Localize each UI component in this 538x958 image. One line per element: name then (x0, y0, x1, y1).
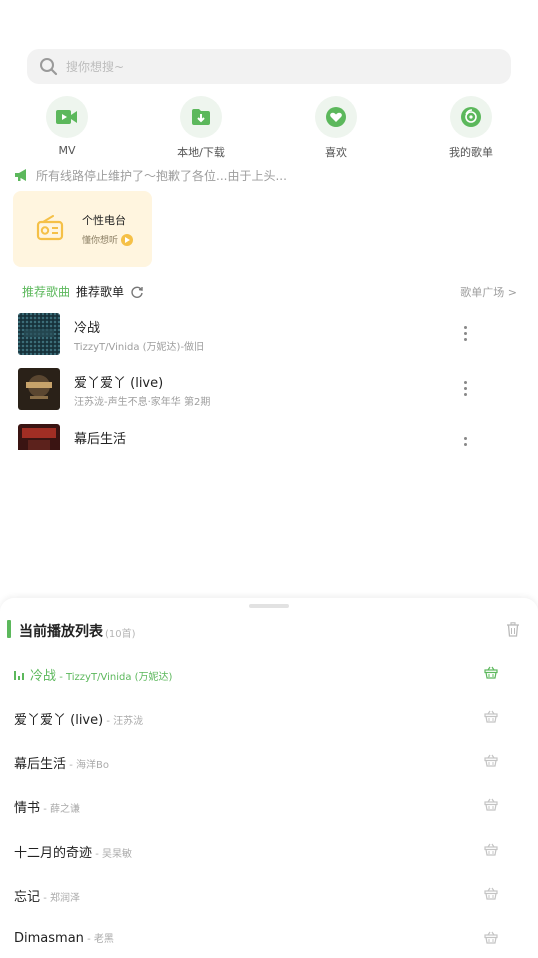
video-icon (56, 110, 77, 124)
announcement-text: 所有线路停止维护了～抱歉了各位...由于上头... (36, 168, 287, 183)
more-options-icon[interactable] (463, 326, 467, 342)
playlist-row[interactable]: Dimasman - 老黑 (0, 927, 538, 951)
playlist-song-artist: - TizzyT/Vinida (万妮达) (56, 672, 173, 683)
heart-icon (326, 107, 346, 127)
album-cover (18, 424, 60, 450)
disc-icon (461, 107, 481, 127)
playlist-song-title: 爱丫爱丫 (live) (14, 713, 104, 728)
nav-mv-label: MV (58, 144, 76, 157)
playlist-row-text: 情书 - 薛之谦 (14, 797, 80, 816)
search-icon (40, 58, 58, 76)
song-title: 冷战 (74, 321, 101, 336)
playlist-row[interactable]: 十二月的奇迹 - 吴杲敏 (0, 839, 538, 863)
playlist-song-title: Dimasman (14, 931, 84, 946)
music-home-screen: 搜你想搜~ MV 本地/下载 喜欢 我的歌单 所有线路停止维护了～抱歉了各位..… (0, 0, 538, 958)
song-item[interactable]: 爱丫爱丫 (live) 汪苏泷-声生不息·家年华 第2期 (0, 368, 538, 412)
more-options-icon[interactable] (463, 381, 467, 397)
song-subtitle: TizzyT/Vinida (万妮达)-做旧 (74, 342, 205, 353)
playlist-song-artist: - 海洋Bo (66, 760, 109, 771)
basket-icon[interactable] (484, 931, 498, 944)
trash-icon[interactable] (506, 622, 520, 637)
current-playlist-panel: 当前播放列表 (10首) 冷战 - TizzyT/Vinida (万妮达) 爱丫… (0, 598, 538, 958)
playlist-row[interactable]: 爱丫爱丫 (live) - 汪苏泷 (0, 706, 538, 730)
radio-icon (36, 215, 64, 241)
nav-my-playlists[interactable]: 我的歌单 (431, 96, 511, 160)
radio-subtitle: 懂你想听 (82, 233, 134, 246)
playlist-song-title: 幕后生活 (14, 757, 67, 772)
song-item[interactable]: 冷战 TizzyT/Vinida (万妮达)-做旧 (0, 313, 538, 357)
song-title: 幕后生活 (74, 432, 127, 447)
playlist-row[interactable]: 幕后生活 - 海洋Bo (0, 750, 538, 774)
nav-local-download[interactable]: 本地/下载 (161, 96, 241, 160)
playlist-square-link[interactable]: 歌单广场 > (460, 284, 517, 300)
announcement[interactable]: 所有线路停止维护了～抱歉了各位...由于上头... (14, 167, 287, 183)
song-title: 爱丫爱丫 (live) (74, 376, 164, 391)
tab-recommend-playlists[interactable]: 推荐歌单 (76, 283, 124, 300)
playlist-row[interactable]: 冷战 - TizzyT/Vinida (万妮达) (0, 662, 538, 686)
song-subtitle: 汪苏泷-声生不息·家年华 第2期 (74, 397, 211, 408)
playlist-row-text: 忘记 - 郑润泽 (14, 886, 80, 905)
playlist-row-text: Dimasman - 老黑 (14, 930, 114, 946)
nav-local-label: 本地/下载 (177, 146, 225, 159)
search-placeholder: 搜你想搜~ (66, 60, 125, 74)
download-folder-icon (192, 109, 210, 125)
nav-favorites-label: 喜欢 (325, 146, 347, 159)
basket-icon[interactable] (484, 887, 498, 900)
panel-count: (10首) (105, 629, 136, 640)
more-options-icon[interactable] (463, 437, 467, 450)
basket-icon[interactable] (484, 666, 498, 679)
song-item[interactable]: 幕后生活 (0, 424, 538, 450)
equalizer-icon (14, 670, 26, 680)
playlist-row[interactable]: 忘记 - 郑润泽 (0, 883, 538, 907)
nav-favorites[interactable]: 喜欢 (296, 96, 376, 160)
playlist-song-title: 情书 (14, 801, 41, 816)
tab-recommend-songs[interactable]: 推荐歌曲 (22, 283, 70, 300)
refresh-icon[interactable] (130, 285, 144, 299)
playlist-song-artist: - 吴杲敏 (92, 849, 132, 860)
playlist-row[interactable]: 情书 - 薛之谦 (0, 794, 538, 818)
playlist-song-artist: - 郑润泽 (40, 893, 80, 904)
radio-subtitle-text: 懂你想听 (82, 236, 119, 246)
play-circle-icon (121, 233, 134, 246)
search-bar[interactable]: 搜你想搜~ (27, 49, 511, 84)
accent-bar (7, 620, 11, 638)
radio-title: 个性电台 (82, 214, 126, 227)
playlist-song-title: 忘记 (14, 890, 41, 905)
playlist-song-title: 冷战 (30, 669, 57, 684)
playlist-song-title: 十二月的奇迹 (14, 846, 93, 861)
megaphone-icon (15, 169, 26, 181)
nav-mv[interactable]: MV (27, 96, 107, 157)
basket-icon[interactable] (484, 798, 498, 811)
playlist-song-artist: - 薛之谦 (40, 804, 80, 815)
playlist-song-artist: - 老黑 (83, 934, 114, 945)
recommend-tabs: 推荐歌曲 推荐歌单 (22, 283, 144, 300)
personal-radio-card[interactable]: 个性电台 懂你想听 (13, 191, 152, 267)
panel-title: 当前播放列表 (19, 624, 103, 640)
album-cover (18, 368, 60, 410)
playlist-row-text: 冷战 - TizzyT/Vinida (万妮达) (14, 665, 172, 684)
nav-my-playlists-label: 我的歌单 (449, 146, 493, 159)
playlist-row-text: 爱丫爱丫 (live) - 汪苏泷 (14, 709, 143, 728)
basket-icon[interactable] (484, 754, 498, 767)
playlist-row-text: 幕后生活 - 海洋Bo (14, 753, 109, 772)
basket-icon[interactable] (484, 710, 498, 723)
basket-icon[interactable] (484, 843, 498, 856)
playlist-row-text: 十二月的奇迹 - 吴杲敏 (14, 842, 132, 861)
playlist-song-artist: - 汪苏泷 (103, 716, 144, 727)
drag-handle[interactable] (249, 604, 289, 608)
album-cover (18, 313, 60, 355)
